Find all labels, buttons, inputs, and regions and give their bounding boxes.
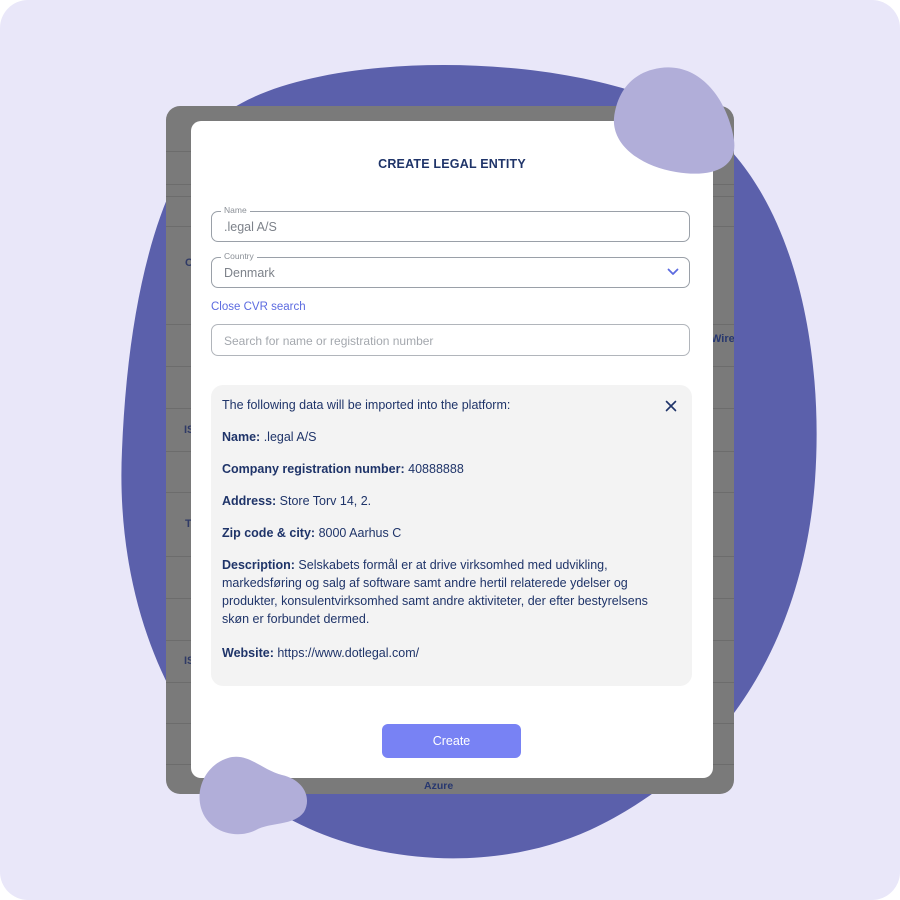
row-label: Website: <box>222 646 274 660</box>
import-row-zip-city: Zip code & city: 8000 Aarhus C <box>222 524 662 542</box>
country-select-label: Country <box>221 251 257 261</box>
import-row-description: Description: Selskabets formål er at dri… <box>222 556 674 628</box>
import-row-name: Name: .legal A/S <box>222 428 662 446</box>
cvr-search-input[interactable]: Search for name or registration number <box>211 324 690 356</box>
bg-fragment: Azure <box>424 780 454 792</box>
row-label: Company registration number: <box>222 462 405 476</box>
create-legal-entity-dialog: CREATE LEGAL ENTITY Name .legal A/S Coun… <box>191 121 713 778</box>
canvas: C IS T IS Wirel CREATE LEGAL ENTITY Name… <box>0 0 900 900</box>
name-field-value: .legal A/S <box>224 220 277 234</box>
row-label: Zip code & city: <box>222 526 316 540</box>
import-row-website: Website: https://www.dotlegal.com/ <box>222 644 662 662</box>
create-button[interactable]: Create <box>382 724 521 758</box>
close-cvr-search-link[interactable]: Close CVR search <box>211 301 306 313</box>
country-select-value: Denmark <box>224 266 275 280</box>
row-label: Name: <box>222 430 261 444</box>
row-value: Store Torv 14, 2. <box>279 494 372 508</box>
row-value: https://www.dotlegal.com/ <box>277 646 420 660</box>
row-value: .legal A/S <box>263 430 317 444</box>
name-field[interactable]: Name .legal A/S <box>211 205 690 242</box>
import-intro-text: The following data will be imported into… <box>222 398 511 412</box>
close-icon[interactable] <box>665 400 677 412</box>
import-row-registration-number: Company registration number: 40888888 <box>222 460 662 478</box>
row-value: 40888888 <box>408 462 464 476</box>
dialog-title: CREATE LEGAL ENTITY <box>378 157 526 171</box>
row-label: Description: <box>222 558 295 572</box>
import-preview-panel: The following data will be imported into… <box>211 385 692 686</box>
import-row-address: Address: Store Torv 14, 2. <box>222 492 662 510</box>
country-select[interactable]: Country Denmark <box>211 251 690 288</box>
search-placeholder: Search for name or registration number <box>224 334 434 348</box>
chevron-down-icon[interactable] <box>667 267 679 277</box>
row-label: Address: <box>222 494 277 508</box>
bg-fragment: Wirel <box>711 333 734 345</box>
row-value: 8000 Aarhus C <box>318 526 402 540</box>
name-field-label: Name <box>221 205 250 215</box>
